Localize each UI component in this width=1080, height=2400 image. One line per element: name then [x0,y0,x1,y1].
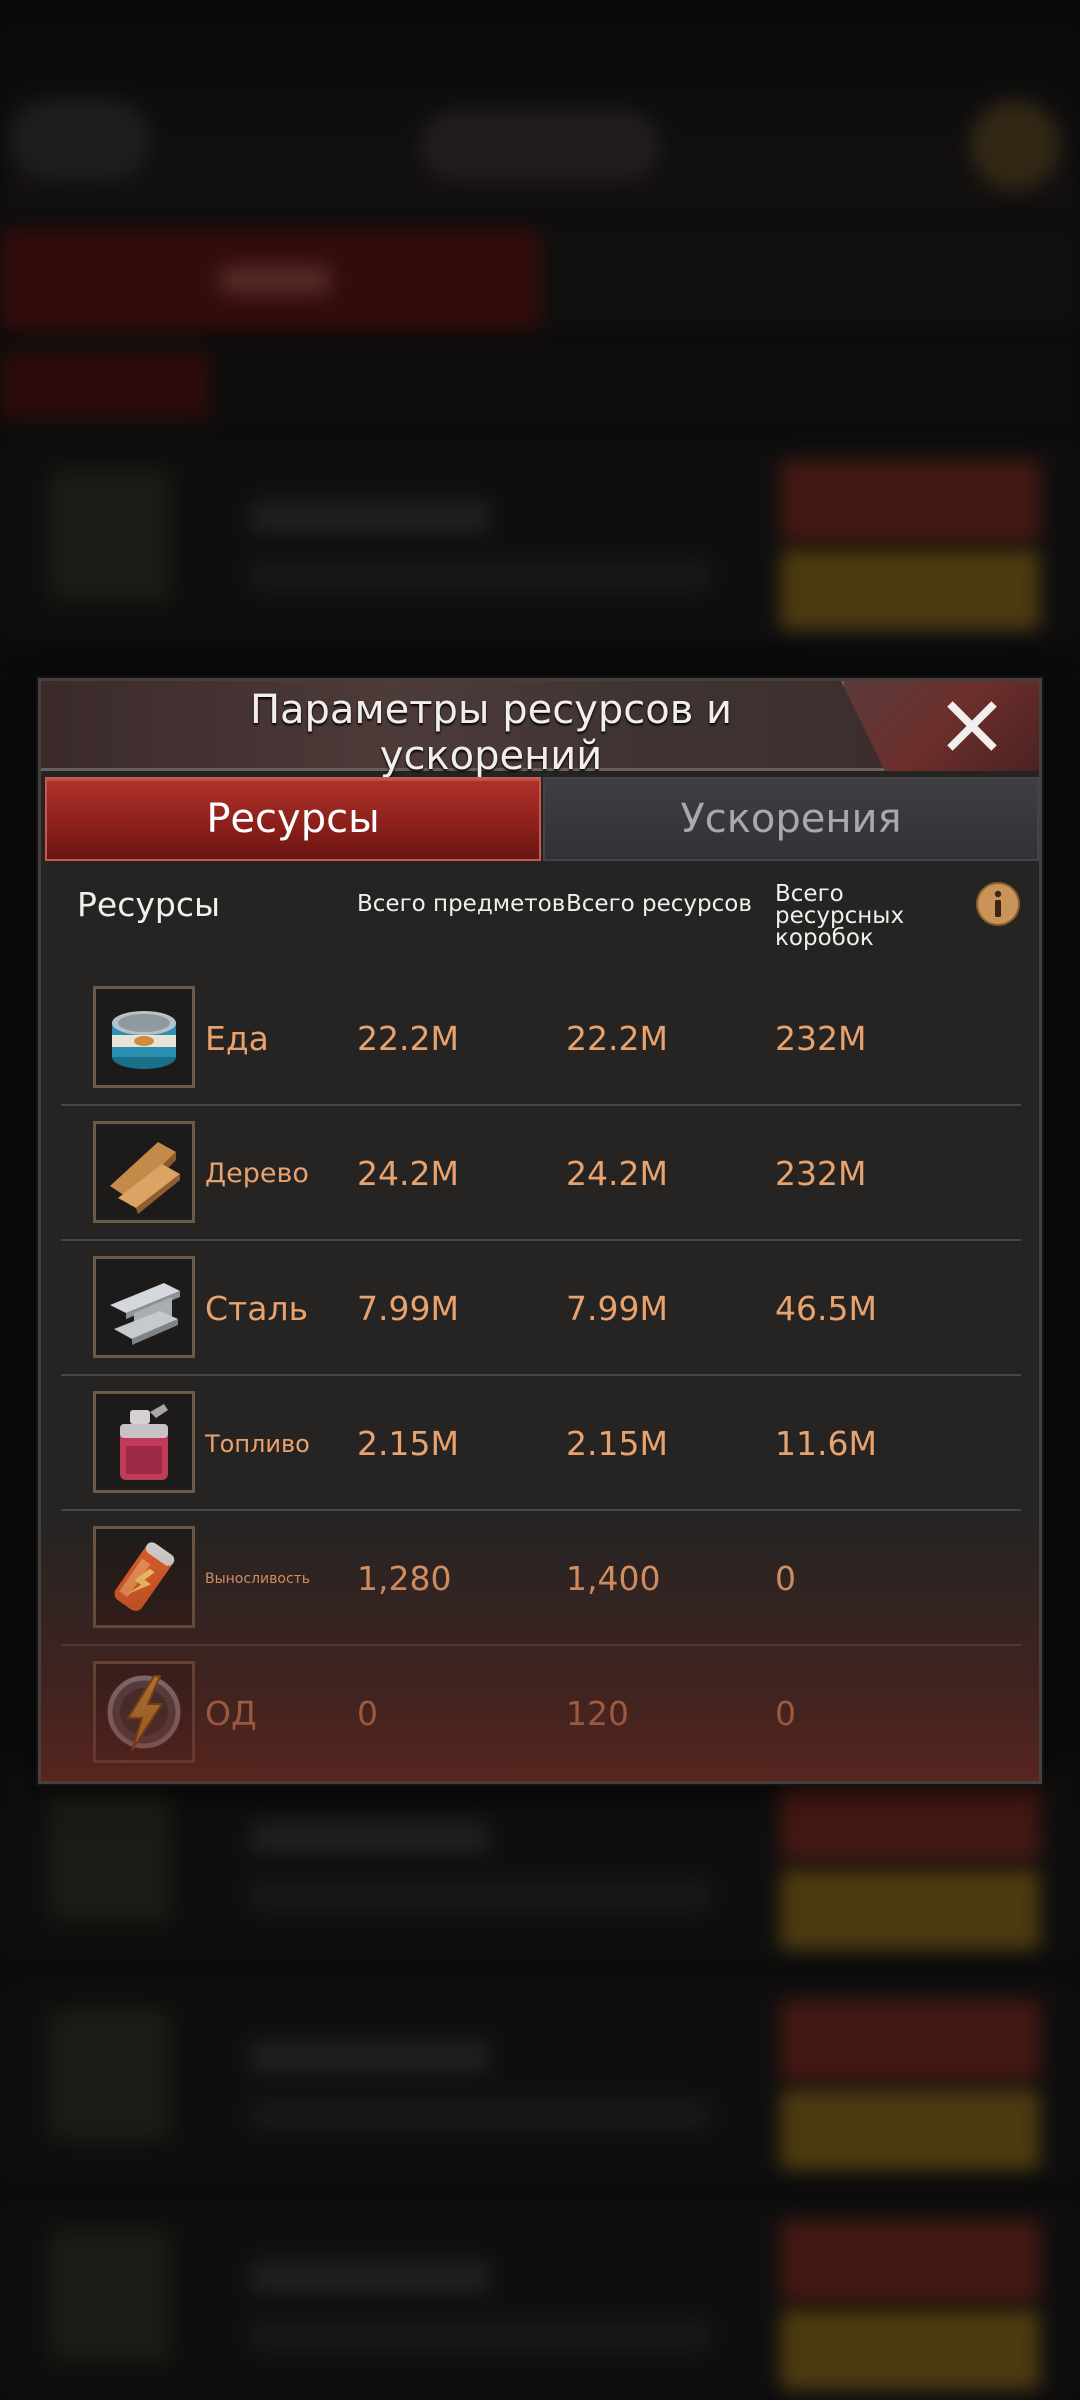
info-icon[interactable] [975,881,1021,927]
header-total-resources: Всего ресурсов [566,891,752,917]
table-row: Дерево 24.2M 24.2M 232M [61,1106,1021,1241]
total-boxes-value: 46.5M [775,1289,877,1328]
table-row: Еда 22.2M 22.2M 232M [61,971,1021,1106]
total-items-value: 24.2M [357,1154,459,1193]
total-resources-value: 22.2M [566,1019,668,1058]
total-boxes-value: 232M [775,1019,867,1058]
dialog-tabs: Ресурсы Ускорения [45,777,1039,861]
resource-name: Топливо [205,1429,310,1458]
total-boxes-value: 11.6M [775,1424,877,1463]
total-boxes-value: 232M [775,1154,867,1193]
total-boxes-value: 0 [775,1559,796,1598]
total-items-value: 0 [357,1694,378,1733]
close-button[interactable] [939,693,1005,759]
table-row: Топливо 2.15M 2.15M 11.6M [61,1376,1021,1511]
resource-name: Дерево [205,1158,309,1189]
resource-name: Еда [205,1019,269,1058]
tab-speedups[interactable]: Ускорения [543,777,1039,861]
table-row: ОД 0 120 0 [61,1646,1021,1781]
resource-name: ОД [205,1694,257,1733]
table-row: Выносливость 1,280 1,400 0 [61,1511,1021,1646]
total-resources-value: 24.2M [566,1154,668,1193]
resource-table: Еда 22.2M 22.2M 232M Дерево 24.2M 24.2M … [61,971,1021,1781]
steel-beam-icon [93,1256,195,1358]
tab-resources[interactable]: Ресурсы [45,777,541,861]
header-total-boxes: Всего ресурсных коробок [775,881,905,951]
total-resources-value: 1,400 [566,1559,661,1598]
dialog-title: Параметры ресурсов и ускорений [249,687,733,779]
canned-food-icon [93,986,195,1088]
lightning-bolt-icon [93,1661,195,1763]
total-resources-value: 7.99M [566,1289,668,1328]
table-row: Сталь 7.99M 7.99M 46.5M [61,1241,1021,1376]
energy-drink-icon [93,1526,195,1628]
dialog-header: Параметры ресурсов и ускорений [41,681,1039,779]
header-resources: Ресурсы [77,885,221,924]
total-items-value: 7.99M [357,1289,459,1328]
total-items-value: 22.2M [357,1019,459,1058]
close-icon [947,701,997,751]
header-total-items: Всего предметов [357,891,566,917]
fuel-canister-icon [93,1391,195,1493]
total-resources-value: 2.15M [566,1424,668,1463]
total-items-value: 2.15M [357,1424,459,1463]
total-items-value: 1,280 [357,1559,452,1598]
total-resources-value: 120 [566,1694,629,1733]
wood-planks-icon [93,1121,195,1223]
resource-stats-dialog: Параметры ресурсов и ускорений Ресурсы У… [38,678,1042,1784]
resource-name: Выносливость [205,1570,311,1587]
total-boxes-value: 0 [775,1694,796,1733]
resource-name: Сталь [205,1289,309,1328]
